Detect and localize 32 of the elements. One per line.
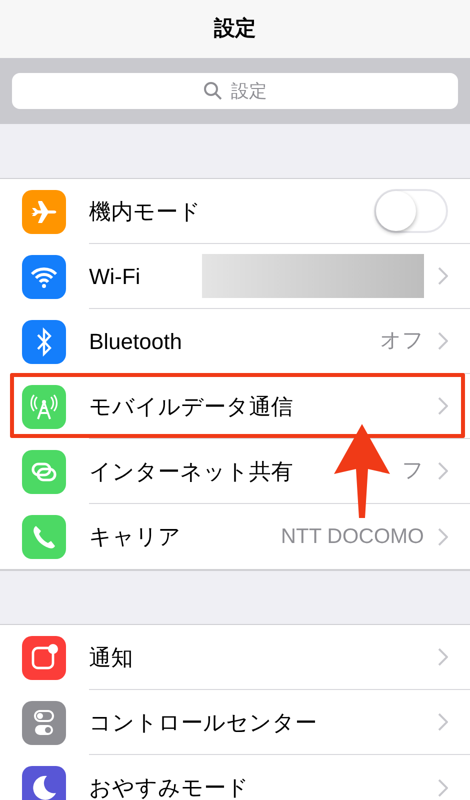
row-label: 機内モード (89, 198, 201, 226)
row-label: Wi-Fi (89, 262, 140, 290)
chevron-icon (438, 462, 448, 480)
screen-title: 設定 (214, 16, 256, 42)
settings-row[interactable]: Bluetooth オフ (0, 309, 470, 374)
row-label: モバイルデータ通信 (89, 392, 293, 420)
chevron-icon (438, 778, 448, 796)
row-value: フ (402, 458, 424, 484)
settings-row[interactable]: キャリア NTT DOCOMO (0, 504, 470, 569)
row-label: Bluetooth (89, 328, 182, 356)
row-value: オフ (380, 328, 424, 354)
row-label: 通知 (89, 644, 133, 672)
chevron-icon (438, 332, 448, 350)
search-icon (203, 81, 223, 101)
chevron-icon (438, 648, 448, 666)
search-placeholder: 設定 (231, 80, 267, 102)
settings-row[interactable]: モバイルデータ通信 (0, 374, 470, 439)
chevron-icon (438, 267, 448, 285)
settings-row[interactable]: 通知 (0, 625, 470, 690)
row-label: コントロールセンター (89, 708, 317, 736)
row-label: インターネット共有 (89, 458, 293, 486)
row-value: NTT DOCOMO (280, 524, 424, 550)
settings-row[interactable]: Wi-Fi (0, 244, 470, 309)
chevron-icon (438, 528, 448, 546)
chevron-icon (438, 397, 448, 415)
settings-row[interactable]: おやすみモード (0, 755, 470, 800)
chevron-icon (438, 713, 448, 731)
row-label: キャリア (89, 523, 181, 551)
settings-row[interactable]: コントロールセンター (0, 690, 470, 755)
row-label: おやすみモード (89, 774, 249, 800)
settings-row[interactable]: 機内モード (0, 179, 470, 244)
toggle-switch[interactable] (374, 189, 448, 233)
